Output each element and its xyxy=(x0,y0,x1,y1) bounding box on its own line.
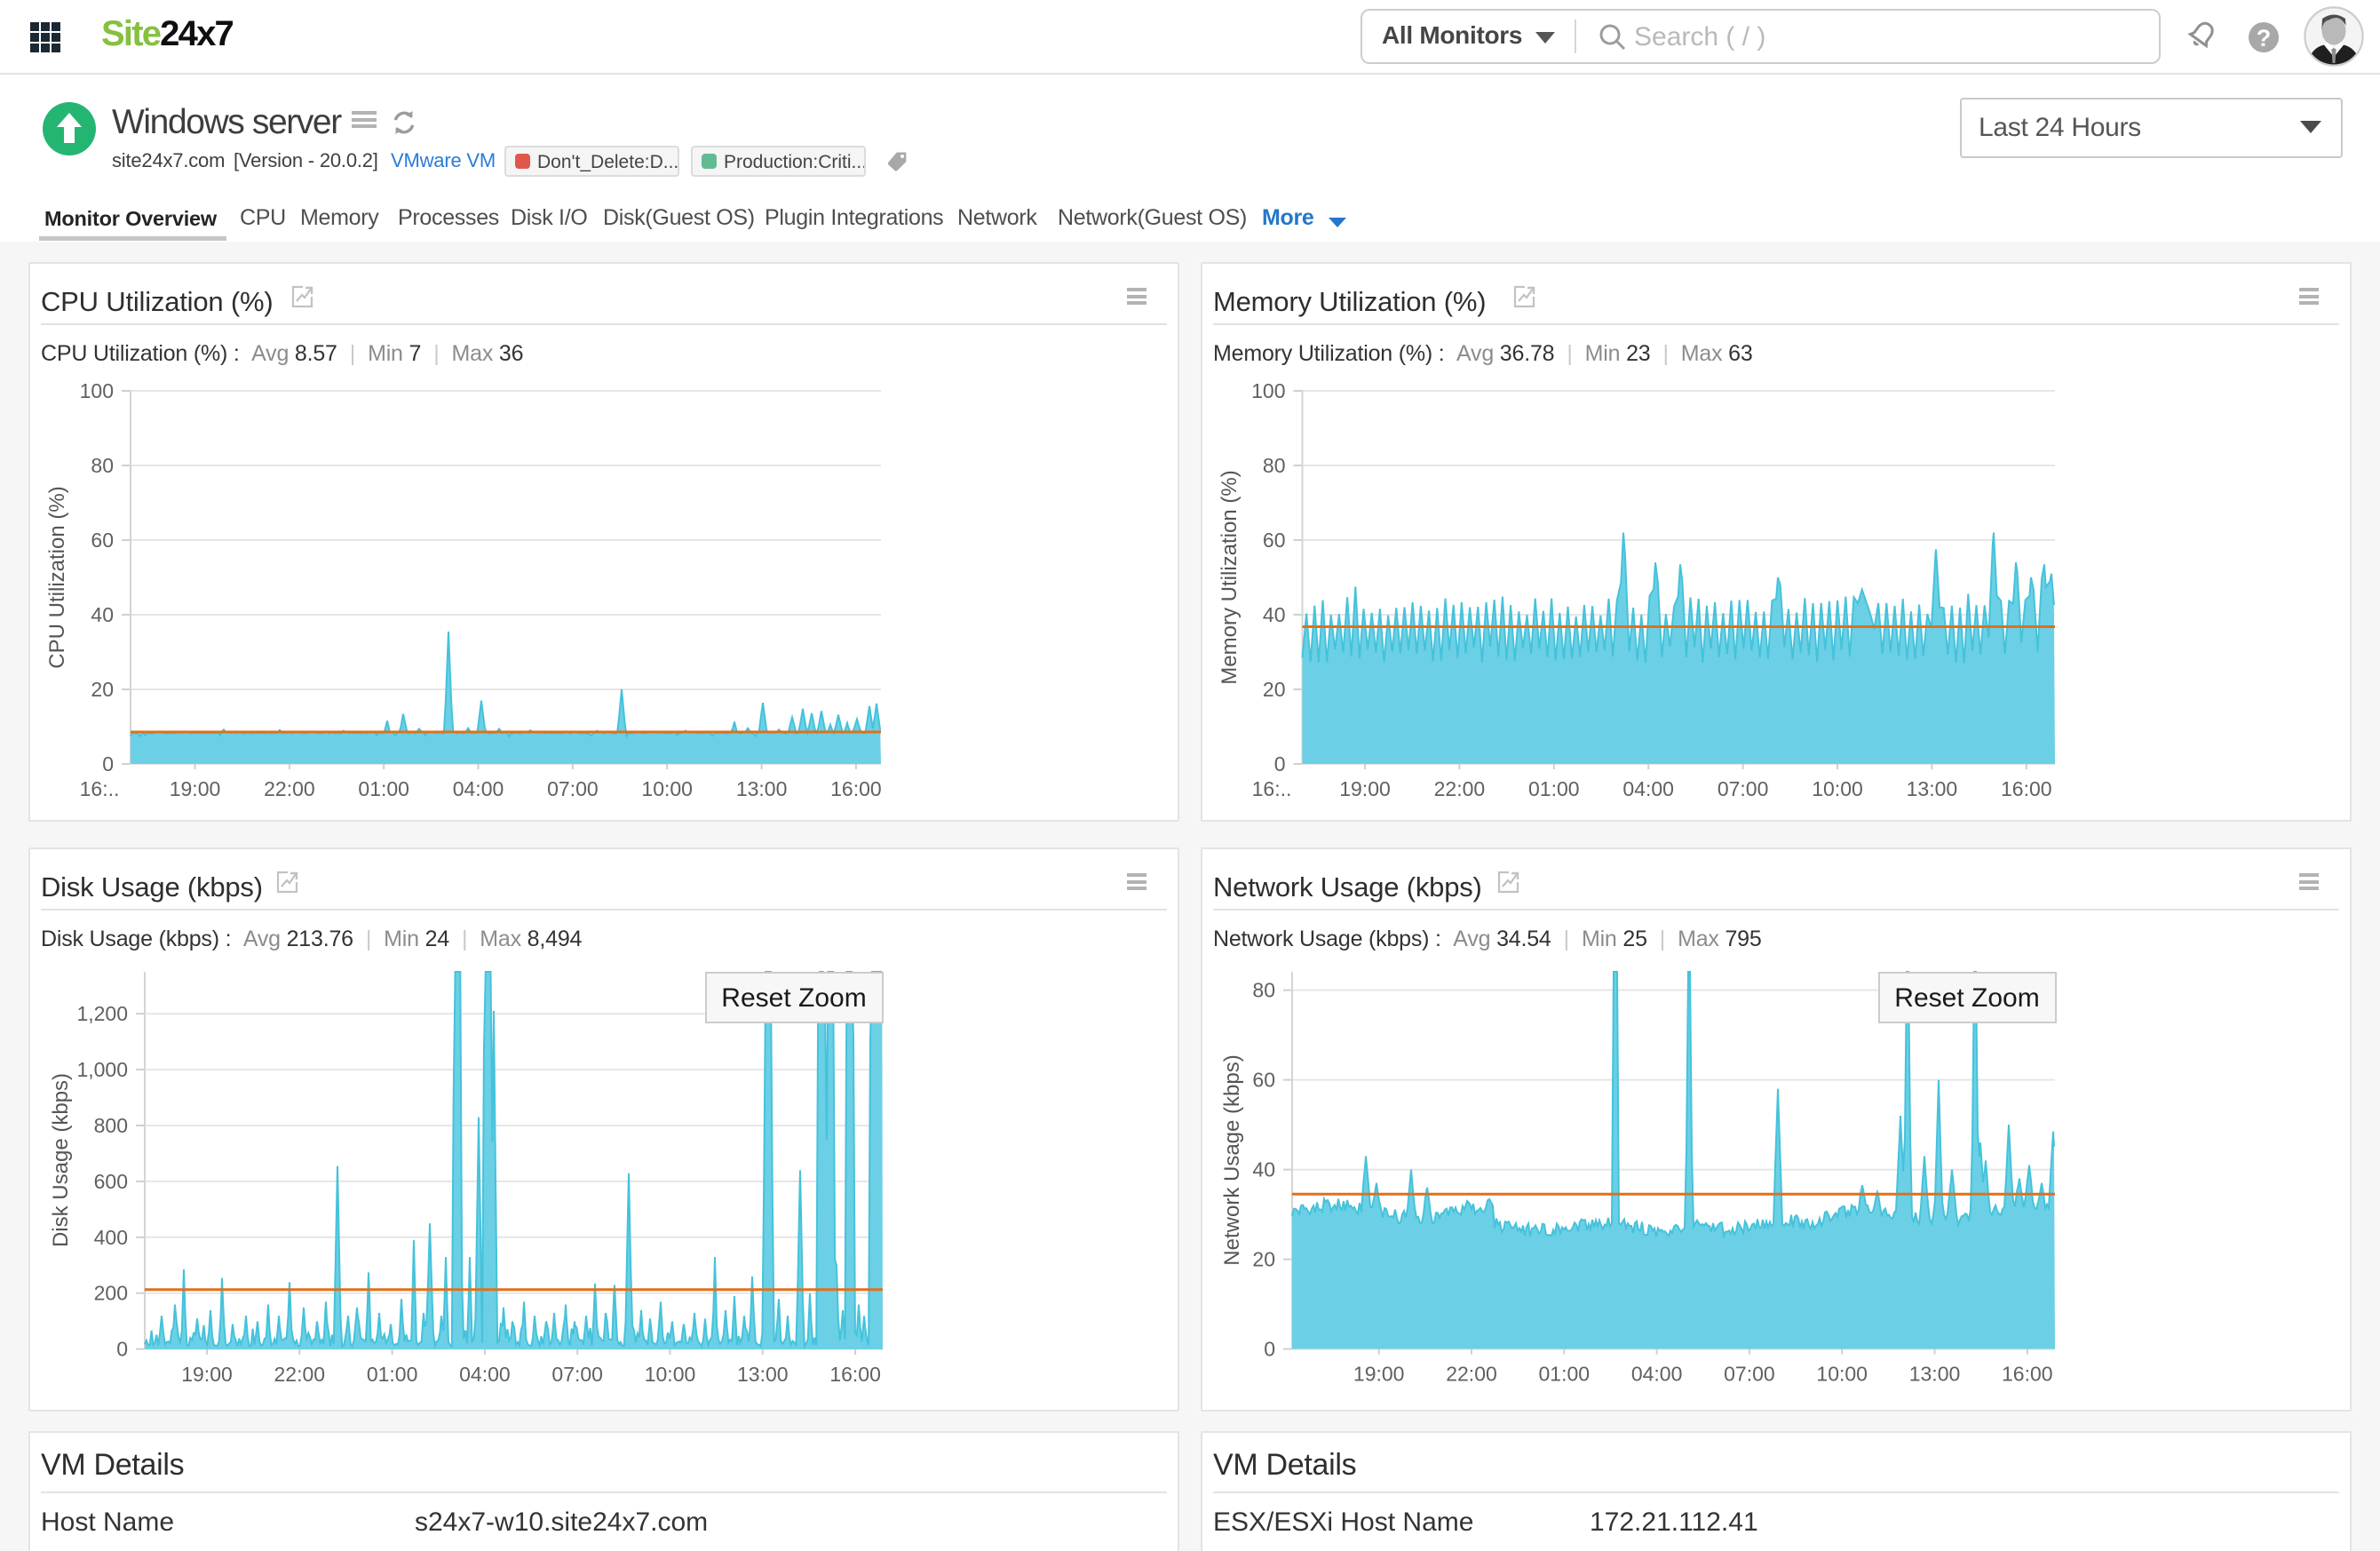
svg-text:100: 100 xyxy=(80,379,114,402)
svg-text:04:00: 04:00 xyxy=(1631,1363,1683,1386)
svg-text:07:00: 07:00 xyxy=(551,1363,603,1386)
svg-text:Reset Zoom: Reset Zoom xyxy=(1894,983,2039,1013)
svg-text:13:00: 13:00 xyxy=(737,1363,789,1386)
svg-text:1,000: 1,000 xyxy=(76,1058,128,1081)
svg-text:07:00: 07:00 xyxy=(1718,777,1769,800)
svg-text:19:00: 19:00 xyxy=(1353,1363,1405,1386)
svg-text:0: 0 xyxy=(1264,1338,1275,1361)
svg-text:0: 0 xyxy=(1274,752,1286,776)
svg-text:16:..: 16:.. xyxy=(80,777,120,800)
svg-text:01:00: 01:00 xyxy=(358,777,409,800)
svg-text:13:00: 13:00 xyxy=(1907,777,1958,800)
svg-text:04:00: 04:00 xyxy=(1622,777,1674,800)
svg-text:20: 20 xyxy=(1252,1248,1275,1271)
svg-text:01:00: 01:00 xyxy=(1539,1363,1591,1386)
svg-text:80: 80 xyxy=(1252,979,1275,1002)
svg-text:10:00: 10:00 xyxy=(1816,1363,1868,1386)
svg-text:22:00: 22:00 xyxy=(274,1363,326,1386)
svg-text:600: 600 xyxy=(94,1170,128,1193)
svg-text:19:00: 19:00 xyxy=(170,777,221,800)
svg-text:Memory Utilization (%): Memory Utilization (%) xyxy=(1218,470,1242,684)
svg-text:40: 40 xyxy=(1263,603,1286,626)
svg-text:800: 800 xyxy=(94,1114,128,1137)
svg-text:16:00: 16:00 xyxy=(830,777,882,800)
svg-text:16:00: 16:00 xyxy=(2002,1363,2053,1386)
svg-text:400: 400 xyxy=(94,1226,128,1249)
svg-text:20: 20 xyxy=(91,678,114,701)
svg-text:16:..: 16:.. xyxy=(1252,777,1292,800)
svg-text:?: ? xyxy=(2257,25,2272,52)
svg-text:22:00: 22:00 xyxy=(1434,777,1486,800)
svg-text:Network Usage (kbps): Network Usage (kbps) xyxy=(1220,1054,1244,1265)
svg-text:10:00: 10:00 xyxy=(645,1363,696,1386)
svg-text:10:00: 10:00 xyxy=(1812,777,1863,800)
svg-text:80: 80 xyxy=(91,454,114,477)
svg-text:200: 200 xyxy=(94,1282,128,1305)
svg-text:04:00: 04:00 xyxy=(453,777,504,800)
svg-text:1,200: 1,200 xyxy=(76,1002,128,1025)
svg-text:07:00: 07:00 xyxy=(1724,1363,1775,1386)
svg-text:60: 60 xyxy=(1263,529,1286,552)
svg-text:13:00: 13:00 xyxy=(1909,1363,1961,1386)
svg-text:01:00: 01:00 xyxy=(367,1363,418,1386)
svg-text:22:00: 22:00 xyxy=(1446,1363,1497,1386)
svg-text:16:00: 16:00 xyxy=(829,1363,881,1386)
svg-text:20: 20 xyxy=(1263,678,1286,701)
svg-text:10:00: 10:00 xyxy=(641,777,693,800)
svg-text:0: 0 xyxy=(102,752,114,776)
svg-text:0: 0 xyxy=(116,1338,128,1361)
svg-text:19:00: 19:00 xyxy=(1339,777,1391,800)
svg-text:60: 60 xyxy=(91,529,114,552)
svg-text:Disk Usage (kbps): Disk Usage (kbps) xyxy=(49,1073,73,1247)
svg-text:CPU Utilization (%): CPU Utilization (%) xyxy=(45,486,69,668)
svg-text:01:00: 01:00 xyxy=(1528,777,1580,800)
svg-text:13:00: 13:00 xyxy=(736,777,788,800)
svg-text:40: 40 xyxy=(1252,1158,1275,1181)
svg-text:40: 40 xyxy=(91,603,114,626)
svg-text:60: 60 xyxy=(1252,1069,1275,1092)
svg-text:Reset Zoom: Reset Zoom xyxy=(721,983,866,1013)
svg-text:04:00: 04:00 xyxy=(459,1363,511,1386)
svg-text:100: 100 xyxy=(1251,379,1285,402)
svg-text:07:00: 07:00 xyxy=(547,777,599,800)
svg-text:19:00: 19:00 xyxy=(181,1363,233,1386)
svg-text:16:00: 16:00 xyxy=(2001,777,2052,800)
svg-text:80: 80 xyxy=(1263,454,1286,477)
svg-text:22:00: 22:00 xyxy=(264,777,315,800)
